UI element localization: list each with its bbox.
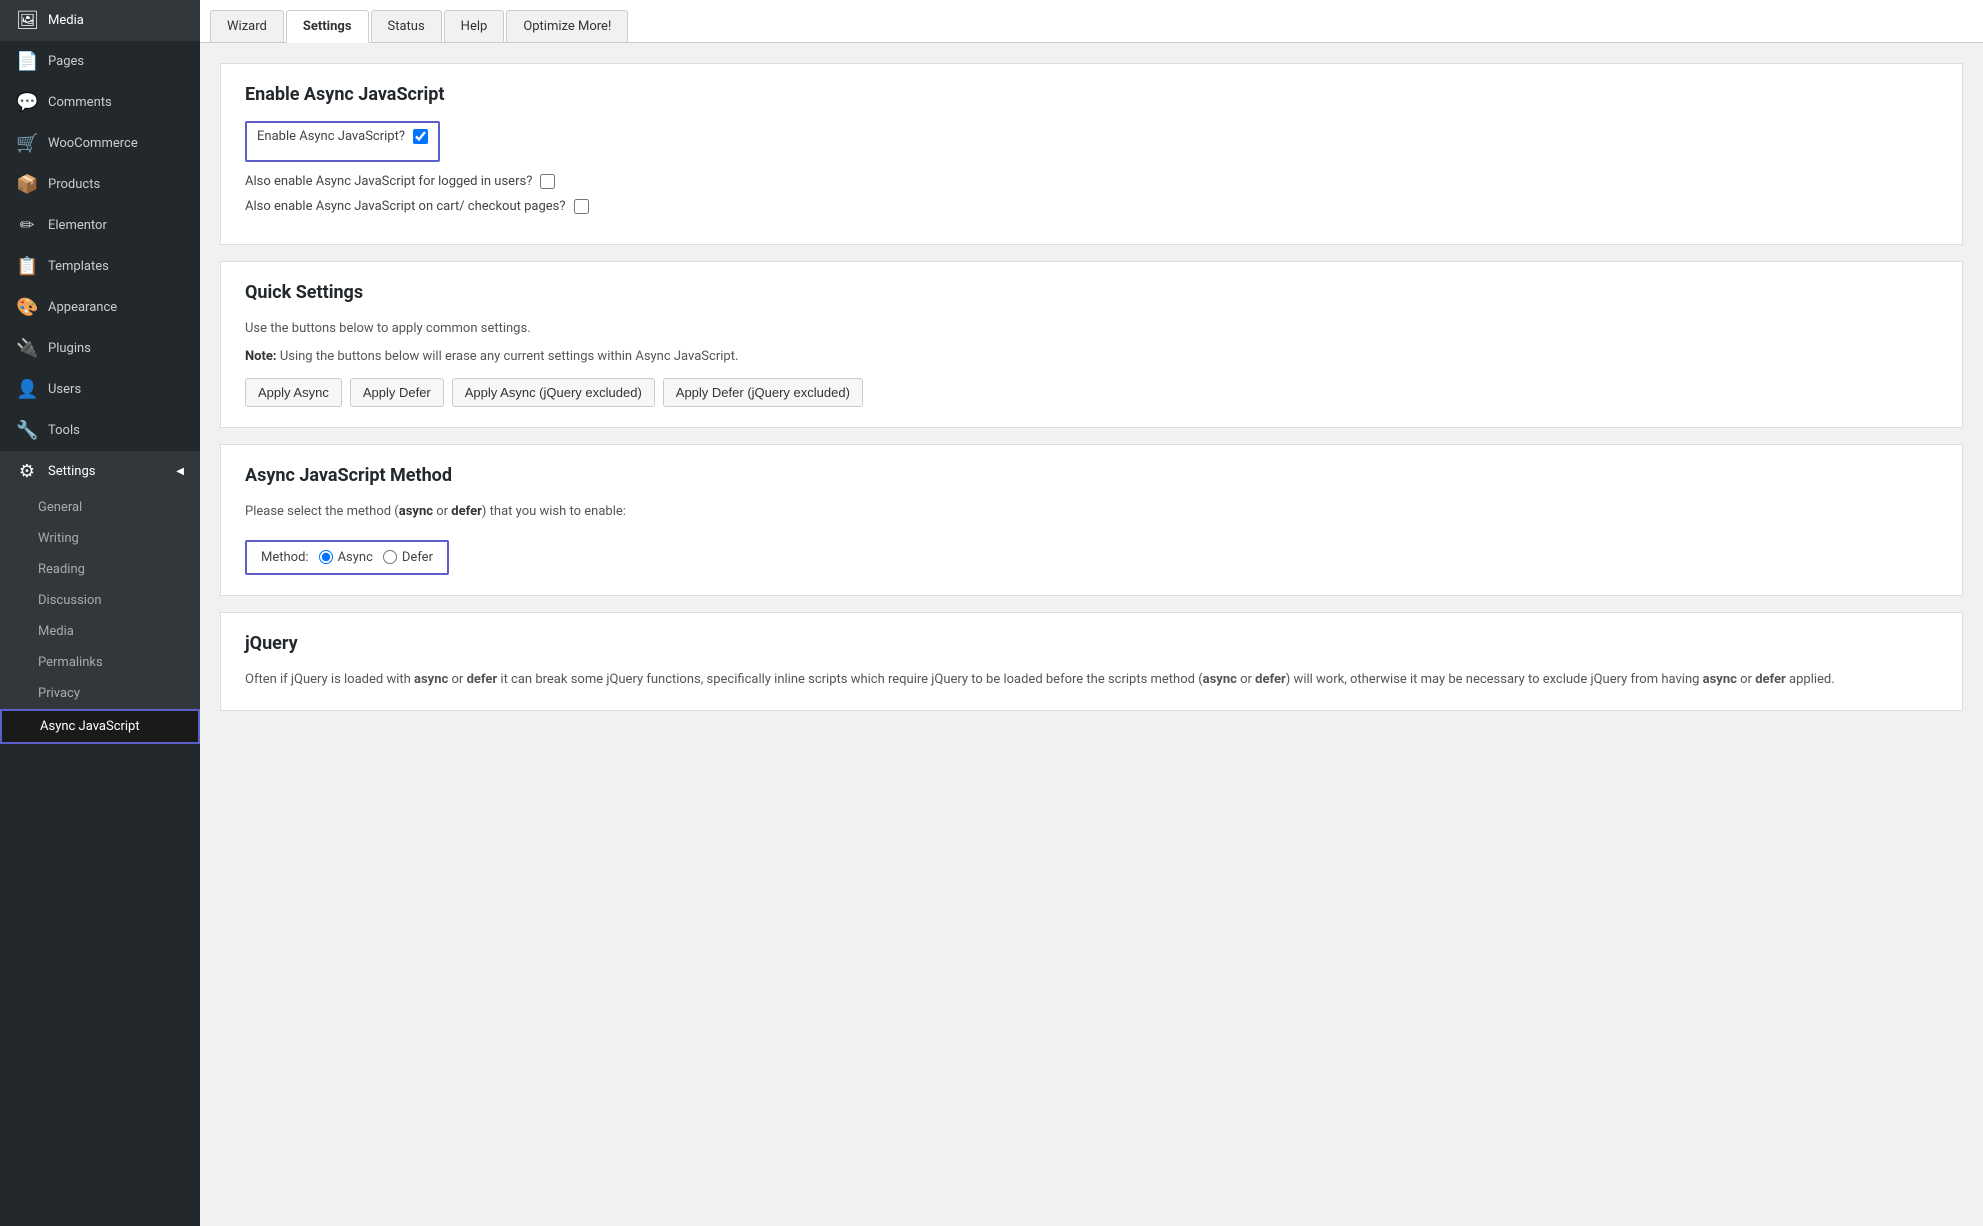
products-icon: 📦 <box>16 174 38 195</box>
quick-settings-section: Quick Settings Use the buttons below to … <box>220 261 1963 428</box>
enable-async-js-label: Enable Async JavaScript? <box>257 129 405 144</box>
tab-settings[interactable]: Settings <box>286 10 369 43</box>
tabs-bar: Wizard Settings Status Help Optimize Mor… <box>200 0 1983 43</box>
sidebar-item-appearance[interactable]: 🎨 Appearance <box>0 287 200 328</box>
sidebar-item-media-sub[interactable]: Media <box>0 616 200 647</box>
sidebar-item-plugins[interactable]: 🔌 Plugins <box>0 328 200 369</box>
method-label: Method: <box>261 550 309 565</box>
content-area: Enable Async JavaScript Enable Async Jav… <box>200 43 1983 747</box>
woocommerce-icon: 🛒 <box>16 133 38 154</box>
media-icon: 🖼 <box>16 10 38 31</box>
sidebar-item-woocommerce[interactable]: 🛒 WooCommerce <box>0 123 200 164</box>
async-method-section: Async JavaScript Method Please select th… <box>220 444 1963 596</box>
async-method-title: Async JavaScript Method <box>245 465 1938 486</box>
sidebar-item-general[interactable]: General <box>0 492 200 523</box>
sidebar-item-products[interactable]: 📦 Products <box>0 164 200 205</box>
note-prefix: Note: <box>245 349 277 364</box>
defer-keyword: defer <box>451 504 482 519</box>
quick-settings-desc1: Use the buttons below to apply common se… <box>245 319 1938 339</box>
sidebar-item-elementor[interactable]: ✏ Elementor <box>0 205 200 246</box>
enable-async-js-title: Enable Async JavaScript <box>245 84 1938 105</box>
tab-help[interactable]: Help <box>444 10 505 42</box>
async-radio[interactable] <box>319 550 333 564</box>
defer-radio-text: Defer <box>402 550 433 565</box>
sidebar-item-reading[interactable]: Reading <box>0 554 200 585</box>
apply-async-jquery-button[interactable]: Apply Async (jQuery excluded) <box>452 378 655 407</box>
tab-optimize-more[interactable]: Optimize More! <box>506 10 628 42</box>
main-content: Wizard Settings Status Help Optimize Mor… <box>200 0 1983 1226</box>
sidebar-item-writing[interactable]: Writing <box>0 523 200 554</box>
sidebar-item-tools[interactable]: 🔧 Tools <box>0 410 200 451</box>
enable-async-js-section: Enable Async JavaScript Enable Async Jav… <box>220 63 1963 245</box>
pages-icon: 📄 <box>16 51 38 72</box>
async-radio-label: Async <box>319 550 373 565</box>
logged-in-users-row: Also enable Async JavaScript for logged … <box>245 174 1938 189</box>
sidebar-item-pages[interactable]: 📄 Pages <box>0 41 200 82</box>
note-text: Using the buttons below will erase any c… <box>277 349 739 364</box>
sidebar-item-users[interactable]: 👤 Users <box>0 369 200 410</box>
jquery-title: jQuery <box>245 633 1938 654</box>
sidebar-item-async-javascript[interactable]: Async JavaScript <box>0 709 200 744</box>
cart-checkout-row: Also enable Async JavaScript on cart/ ch… <box>245 199 1938 214</box>
quick-settings-note: Note: Using the buttons below will erase… <box>245 347 1938 367</box>
quick-settings-buttons: Apply Async Apply Defer Apply Async (jQu… <box>245 378 1938 407</box>
sidebar-item-settings[interactable]: ⚙ Settings ◀ <box>0 451 200 492</box>
sidebar-item-comments[interactable]: 💬 Comments <box>0 82 200 123</box>
sidebar-item-permalinks[interactable]: Permalinks <box>0 647 200 678</box>
cart-checkout-label: Also enable Async JavaScript on cart/ ch… <box>245 199 566 214</box>
templates-icon: 📋 <box>16 256 38 277</box>
sidebar-item-media[interactable]: 🖼 Media <box>0 0 200 41</box>
settings-arrow-icon: ◀ <box>176 466 184 477</box>
sidebar-item-templates[interactable]: 📋 Templates <box>0 246 200 287</box>
elementor-icon: ✏ <box>16 215 38 236</box>
apply-defer-jquery-button[interactable]: Apply Defer (jQuery excluded) <box>663 378 863 407</box>
appearance-icon: 🎨 <box>16 297 38 318</box>
logged-in-users-label: Also enable Async JavaScript for logged … <box>245 174 532 189</box>
tab-status[interactable]: Status <box>371 10 442 42</box>
async-keyword: async <box>399 504 433 519</box>
tab-wizard[interactable]: Wizard <box>210 10 284 42</box>
sidebar-item-privacy[interactable]: Privacy <box>0 678 200 709</box>
settings-submenu: General Writing Reading Discussion Media… <box>0 492 200 744</box>
sidebar: 🖼 Media 📄 Pages 💬 Comments 🛒 WooCommerce… <box>0 0 200 1226</box>
plugins-icon: 🔌 <box>16 338 38 359</box>
comments-icon: 💬 <box>16 92 38 113</box>
apply-defer-button[interactable]: Apply Defer <box>350 378 444 407</box>
defer-radio-label: Defer <box>383 550 433 565</box>
jquery-description: Often if jQuery is loaded with async or … <box>245 670 1938 691</box>
sidebar-item-discussion[interactable]: Discussion <box>0 585 200 616</box>
enable-async-js-checkbox-row: Enable Async JavaScript? <box>257 129 428 144</box>
jquery-section: jQuery Often if jQuery is loaded with as… <box>220 612 1963 712</box>
async-method-desc: Please select the method (async or defer… <box>245 502 1938 522</box>
logged-in-users-checkbox[interactable] <box>540 174 555 189</box>
enable-async-js-checkbox[interactable] <box>413 129 428 144</box>
enable-async-js-checkbox-highlighted: Enable Async JavaScript? <box>245 121 440 162</box>
settings-icon: ⚙ <box>16 461 38 482</box>
quick-settings-title: Quick Settings <box>245 282 1938 303</box>
apply-async-button[interactable]: Apply Async <box>245 378 342 407</box>
defer-radio[interactable] <box>383 550 397 564</box>
tools-icon: 🔧 <box>16 420 38 441</box>
async-radio-text: Async <box>338 550 373 565</box>
cart-checkout-checkbox[interactable] <box>574 199 589 214</box>
method-radio-group-highlighted: Method: Async Defer <box>245 540 449 575</box>
users-icon: 👤 <box>16 379 38 400</box>
